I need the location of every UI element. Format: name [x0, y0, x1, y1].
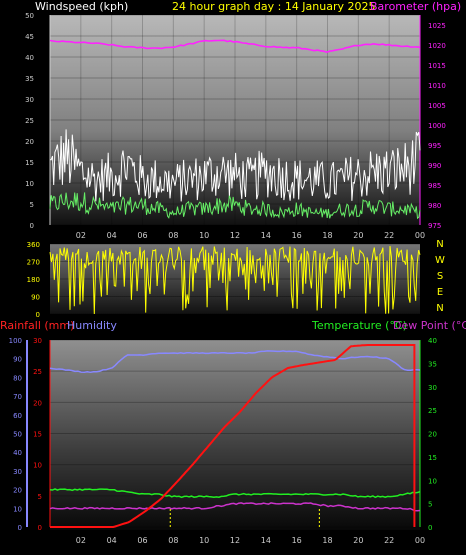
- wind-x-tick-label: 20: [353, 231, 363, 240]
- barometer-y-tick-label: 1010: [428, 82, 446, 90]
- humidity-axis-title: Humidity: [67, 319, 117, 332]
- temperature-y-tick-label: 25: [428, 407, 437, 415]
- direction-y-tick-label: 360: [27, 241, 40, 249]
- wind-x-tick-label: 22: [384, 231, 394, 240]
- barometer-y-tick-label: 985: [428, 182, 441, 190]
- wind-y-tick-label: 5: [30, 201, 34, 209]
- wind-y-tick-label: 40: [25, 54, 34, 62]
- wind-x-tick-label: 18: [322, 231, 332, 240]
- dewpoint-axis-title: Dew Point (°C): [393, 319, 466, 332]
- wind-y-tick-label: 25: [25, 117, 34, 125]
- rain-x-tick-label: 04: [107, 536, 117, 545]
- rain-y-tick-label: 20: [33, 399, 42, 407]
- humidity-y-tick-label: 80: [13, 374, 22, 382]
- humidity-y-tick-label: 20: [13, 487, 22, 495]
- direction-y-tick-label: 0: [36, 311, 40, 319]
- compass-label: N: [436, 303, 443, 314]
- humidity-y-tick-label: 100: [9, 337, 22, 345]
- temperature-y-tick-label: 35: [428, 360, 437, 368]
- temperature-y-tick-label: 20: [428, 431, 437, 439]
- wind-x-tick-label: 08: [168, 231, 178, 240]
- rain-y-tick-label: 25: [33, 368, 42, 376]
- wind-x-tick-label: 00: [415, 231, 425, 240]
- rainfall-axis-title: Rainfall (mm): [0, 319, 74, 332]
- wind-y-tick-label: 20: [25, 138, 34, 146]
- wind-y-tick-label: 50: [25, 12, 34, 20]
- wind-x-tick-label: 12: [230, 231, 240, 240]
- compass-label: W: [435, 255, 445, 266]
- chart-title: 24 hour graph day : 14 January 2025: [172, 0, 376, 13]
- temperature-y-tick-label: 15: [428, 454, 437, 462]
- barometer-axis-title: Barometer (hpa): [370, 0, 461, 13]
- rain-temp-panel-background: [50, 340, 420, 530]
- rain-y-tick-label: 30: [33, 337, 42, 345]
- temperature-y-tick-label: 30: [428, 384, 437, 392]
- humidity-y-tick-label: 50: [13, 431, 22, 439]
- rain-x-tick-label: 00: [415, 536, 425, 545]
- barometer-y-tick-label: 1000: [428, 122, 446, 130]
- humidity-y-tick-label: 0: [18, 524, 22, 532]
- rain-y-tick-label: 0: [38, 524, 42, 532]
- rain-x-tick-label: 10: [199, 536, 209, 545]
- wind-x-tick-label: 02: [76, 231, 86, 240]
- humidity-y-tick-label: 60: [13, 412, 22, 420]
- rain-y-tick-label: 15: [33, 431, 42, 439]
- wind-y-tick-label: 30: [25, 96, 34, 104]
- wind-x-tick-label: 10: [199, 231, 209, 240]
- humidity-y-tick-label: 40: [13, 449, 22, 457]
- wind-y-tick-label: 10: [25, 180, 34, 188]
- direction-y-tick-label: 270: [27, 259, 40, 267]
- rain-x-tick-label: 22: [384, 536, 394, 545]
- wind-y-tick-label: 0: [30, 222, 34, 230]
- windspeed-axis-title: Windspeed (kph): [35, 0, 128, 13]
- temperature-y-tick-label: 5: [428, 501, 432, 509]
- wind-x-tick-label: 04: [107, 231, 117, 240]
- rain-x-tick-label: 12: [230, 536, 240, 545]
- wind-y-tick-label: 45: [25, 33, 34, 41]
- rain-y-tick-label: 5: [38, 493, 42, 501]
- barometer-y-tick-label: 1020: [428, 42, 446, 50]
- rain-x-tick-label: 06: [137, 536, 147, 545]
- barometer-y-tick-label: 1005: [428, 102, 446, 110]
- barometer-y-tick-label: 995: [428, 142, 441, 150]
- rain-x-tick-label: 18: [322, 536, 332, 545]
- wind-y-tick-label: 15: [25, 159, 34, 167]
- compass-label: N: [436, 239, 443, 250]
- temperature-y-tick-label: 10: [428, 477, 437, 485]
- rain-x-tick-label: 02: [76, 536, 86, 545]
- barometer-y-tick-label: 1025: [428, 22, 446, 30]
- compass-label: E: [437, 287, 443, 298]
- direction-y-tick-label: 180: [27, 276, 40, 284]
- wind-x-tick-label: 06: [137, 231, 147, 240]
- direction-y-tick-label: 90: [31, 294, 40, 302]
- humidity-y-tick-label: 90: [13, 356, 22, 364]
- humidity-y-tick-label: 70: [13, 393, 22, 401]
- wind-x-tick-label: 14: [261, 231, 271, 240]
- barometer-y-tick-label: 990: [428, 162, 441, 170]
- wind-y-tick-label: 35: [25, 75, 34, 83]
- rain-x-tick-label: 14: [261, 536, 271, 545]
- rain-x-tick-label: 16: [292, 536, 302, 545]
- temperature-y-tick-label: 40: [428, 337, 437, 345]
- compass-label: S: [437, 271, 443, 282]
- temperature-y-tick-label: 0: [428, 524, 432, 532]
- weather-24h-chart: Windspeed (kph) 24 hour graph day : 14 J…: [0, 0, 466, 545]
- humidity-y-tick-label: 30: [13, 468, 22, 476]
- barometer-y-tick-label: 1015: [428, 62, 446, 70]
- rain-x-tick-label: 20: [353, 536, 363, 545]
- humidity-y-tick-label: 10: [13, 505, 22, 513]
- barometer-y-tick-label: 975: [428, 222, 441, 230]
- barometer-y-tick-label: 980: [428, 202, 441, 210]
- rain-x-tick-label: 08: [168, 536, 178, 545]
- rain-y-tick-label: 10: [33, 462, 42, 470]
- weather-graph-page: Windspeed (kph) 24 hour graph day : 14 J…: [0, 0, 466, 555]
- wind-x-tick-label: 16: [292, 231, 302, 240]
